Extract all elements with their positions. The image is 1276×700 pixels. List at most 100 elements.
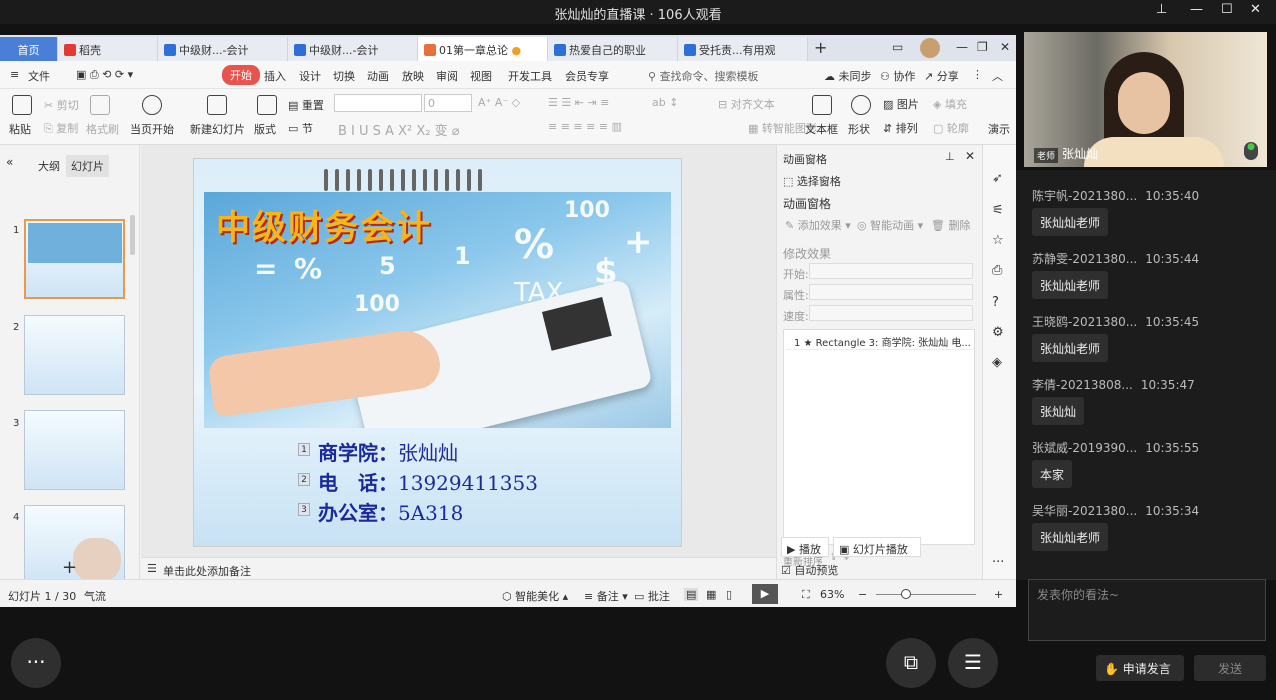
user-avatar[interactable] xyxy=(920,38,940,58)
fit-icon[interactable]: ⛶ xyxy=(802,588,810,602)
play-anim-button[interactable]: ▶ 播放 xyxy=(781,537,829,557)
menu-slideshow[interactable]: 放映 xyxy=(402,68,424,84)
tab-ppt-active[interactable]: 01第一章总论 ● xyxy=(418,37,548,61)
menu-developer[interactable]: 开发工具 xyxy=(508,68,552,84)
outline-button[interactable]: ▢ 轮廓 xyxy=(933,120,969,136)
screen-share-button[interactable]: ⧉ xyxy=(886,638,936,688)
menu-icon[interactable]: ≡ xyxy=(10,68,19,81)
sync-status[interactable]: ☁ 未同步 xyxy=(824,68,872,84)
collapse-ribbon-icon[interactable]: ︿ xyxy=(992,68,1003,84)
new-slide-button[interactable]: 新建幻灯片 xyxy=(190,121,245,137)
help-icon[interactable]: ? xyxy=(992,295,999,310)
slideshow-play-icon[interactable]: ▶ xyxy=(752,584,778,604)
zoom-slider[interactable] xyxy=(876,594,976,595)
align-icons[interactable]: ≡ ≡ ≡ ≡ ≡ ▥ xyxy=(548,120,622,133)
notes-bar[interactable]: ☰ 单击此处添加备注 xyxy=(141,557,776,579)
window-layout-icon[interactable]: ▭ xyxy=(892,40,903,54)
wps-restore-icon[interactable]: ❐ xyxy=(977,40,988,54)
present-button[interactable]: 演示 xyxy=(988,121,1010,137)
thumbs-scrollbar[interactable] xyxy=(130,215,135,255)
location-icon[interactable]: ◈ xyxy=(992,355,1002,370)
current-slide[interactable]: 100 % $ TAX 100 % 5 + = 1 中级财务会计 1 商学院：张灿… xyxy=(193,158,682,547)
rocket-icon[interactable]: ➶ xyxy=(992,171,1003,186)
delete-button[interactable]: 🗑 删除 xyxy=(931,217,970,233)
tab-outline[interactable]: 大纲 xyxy=(38,158,60,174)
list-icons[interactable]: ☰ ☰ ⇤ ⇥ ≡ xyxy=(548,96,609,109)
collab-button[interactable]: ⚇ 协作 xyxy=(880,68,915,84)
new-tab-icon[interactable]: + xyxy=(814,38,827,57)
pane-title[interactable]: 动画窗格 xyxy=(783,151,827,167)
normal-view-icon[interactable]: ▤ xyxy=(684,588,699,601)
play-current-button[interactable]: 当页开始 xyxy=(130,121,174,137)
font-grow-icons[interactable]: A⁺ A⁻ ◇ xyxy=(478,96,520,109)
playlist-button[interactable]: ☰ xyxy=(948,638,998,688)
pin-pane-icon[interactable]: ⊥ xyxy=(945,150,955,163)
tab-docer[interactable]: 稻壳 xyxy=(58,37,158,61)
menu-review[interactable]: 审阅 xyxy=(436,68,458,84)
menu-animation[interactable]: 动画 xyxy=(367,68,389,84)
comment-button[interactable]: ▭ 批注 xyxy=(634,588,670,604)
smart-anim-button[interactable]: ◎ 智能动画 ▾ xyxy=(857,217,923,233)
paste-icon[interactable] xyxy=(12,95,32,115)
menu-member[interactable]: 会员专享 xyxy=(565,68,609,84)
zoom-in-icon[interactable]: + xyxy=(994,588,1003,601)
chat-input[interactable]: 发表你的看法~ xyxy=(1028,579,1266,641)
shape-button[interactable]: 形状 xyxy=(848,121,870,137)
tab-home[interactable]: 首页 xyxy=(0,37,58,61)
format-painter-icon[interactable] xyxy=(90,95,110,115)
slide-thumb-3[interactable] xyxy=(24,410,125,490)
property-select[interactable] xyxy=(809,284,973,300)
start-select[interactable] xyxy=(809,263,973,279)
grid-view-icon[interactable]: ▦ xyxy=(706,588,716,601)
layout-icon[interactable] xyxy=(257,95,277,115)
reading-view-icon[interactable]: ▯ xyxy=(726,588,732,601)
close-pane-icon[interactable]: ✕ xyxy=(965,149,975,163)
share-icon[interactable]: ⚙ xyxy=(992,325,1004,340)
more-dots-icon[interactable]: ··· xyxy=(992,555,1004,570)
arrange-button[interactable]: ⇵ 排列 xyxy=(883,120,918,136)
menu-file[interactable]: 文件 xyxy=(28,68,50,84)
new-slide-icon[interactable] xyxy=(207,95,227,115)
send-button[interactable]: 发送 xyxy=(1194,655,1266,681)
wps-close-icon[interactable]: ✕ xyxy=(1000,40,1010,54)
more-options-button[interactable]: ··· xyxy=(11,638,61,688)
menu-transition[interactable]: 切换 xyxy=(333,68,355,84)
menu-design[interactable]: 设计 xyxy=(299,68,321,84)
section-button[interactable]: ▭ 节 xyxy=(288,120,313,136)
copy-button[interactable]: ⎘ 复制 xyxy=(44,120,78,136)
speed-select[interactable] xyxy=(809,305,973,321)
slideshow-button[interactable]: ▣ 幻灯片播放 xyxy=(833,537,921,557)
zoom-level[interactable]: 63% xyxy=(820,588,844,601)
fill-button[interactable]: ◈ 填充 xyxy=(933,96,967,112)
menu-insert[interactable]: 插入 xyxy=(264,68,286,84)
shape-icon[interactable] xyxy=(851,95,871,115)
pin-icon[interactable]: ⊥ xyxy=(1156,2,1167,17)
zoom-out-icon[interactable]: − xyxy=(858,588,867,601)
apply-speak-button[interactable]: ✋ 申请发言 xyxy=(1096,655,1184,681)
menu-start[interactable]: 开始 xyxy=(222,65,260,85)
minimize-icon[interactable]: — xyxy=(1190,2,1203,17)
play-icon[interactable] xyxy=(142,95,162,115)
notes-button[interactable]: ≡ 备注 ▾ xyxy=(584,588,628,604)
menu-view[interactable]: 视图 xyxy=(470,68,492,84)
animation-item[interactable]: 1 ★ Rectangle 3: 商学院: 张灿灿 电... xyxy=(786,332,972,350)
star-icon[interactable]: ☆ xyxy=(992,233,1004,248)
notes-placeholder[interactable]: 单击此处添加备注 xyxy=(163,563,251,579)
more-icon[interactable]: ⋮ xyxy=(972,68,983,81)
share-button[interactable]: ↗ 分享 xyxy=(924,68,959,84)
add-slide-icon[interactable]: + xyxy=(62,557,77,578)
tab-doc-2[interactable]: 中级财...-会计 xyxy=(288,37,418,61)
close-icon[interactable]: ✕ xyxy=(1250,2,1261,17)
paste-button[interactable]: 粘贴 xyxy=(9,121,31,137)
font-size-select[interactable]: 0 xyxy=(424,94,472,112)
select-pane-button[interactable]: ⬚ 选择窗格 xyxy=(783,173,841,189)
align-text-button[interactable]: ⊟ 对齐文本 xyxy=(718,96,775,112)
maximize-icon[interactable]: ☐ xyxy=(1221,2,1233,17)
text-direction-icons[interactable]: ab ↕ xyxy=(652,96,678,109)
textbox-icon[interactable] xyxy=(812,95,832,115)
format-painter-button[interactable]: 格式刷 xyxy=(86,121,119,137)
picture-button[interactable]: ▨ 图片 xyxy=(883,96,919,112)
chat-icon[interactable]: ⎙ xyxy=(992,263,1002,278)
slide-thumb-2[interactable] xyxy=(24,315,125,395)
tab-doc-1[interactable]: 中级财...-会计 xyxy=(158,37,288,61)
